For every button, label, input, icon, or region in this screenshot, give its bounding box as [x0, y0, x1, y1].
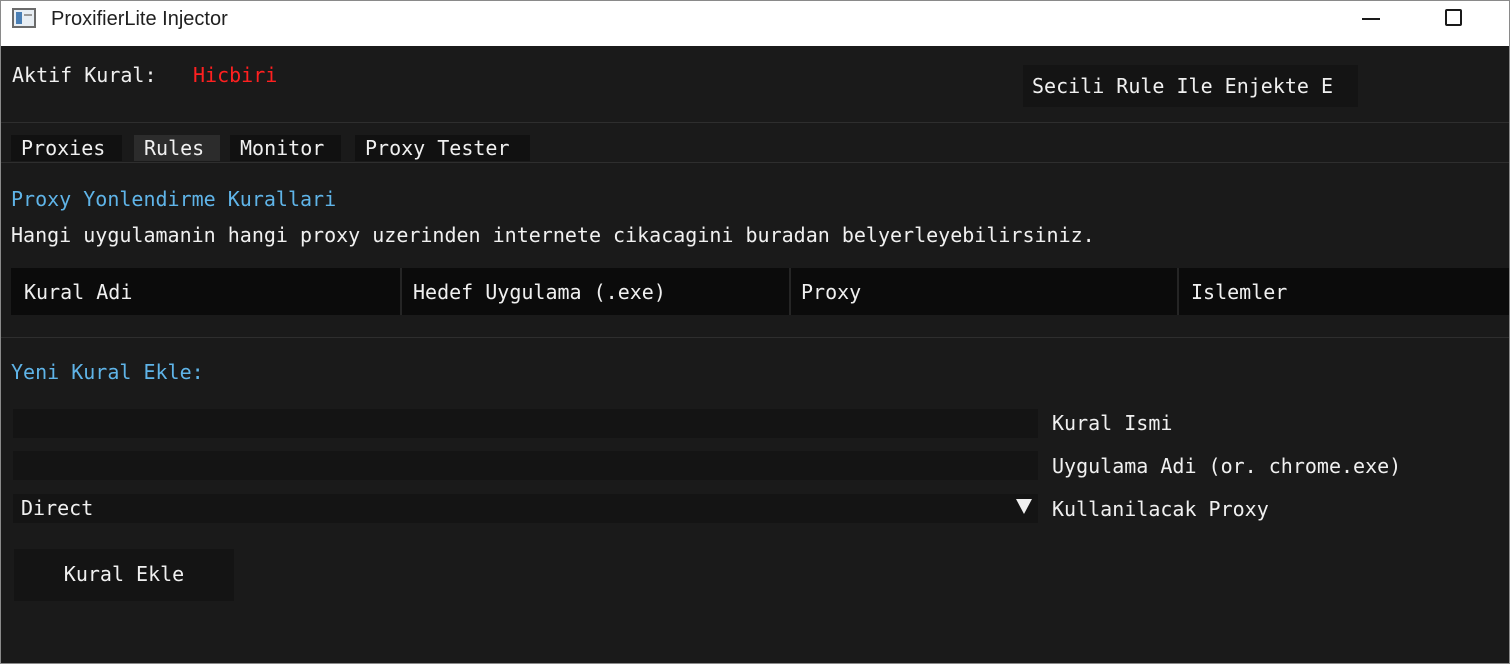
maximize-icon [1445, 9, 1462, 26]
app-name-label: Uygulama Adi (or. chrome.exe) [1052, 454, 1402, 478]
column-header-proxy[interactable]: Proxy [801, 280, 861, 304]
app-name-input[interactable] [13, 451, 1038, 480]
column-header-actions[interactable]: Islemler [1191, 280, 1287, 304]
app-icon [12, 8, 36, 28]
proxy-select[interactable]: Direct [13, 494, 1038, 523]
tab-proxy-tester[interactable]: Proxy Tester [355, 135, 530, 161]
tab-proxies[interactable]: Proxies [11, 135, 122, 161]
add-rule-button-label: Kural Ekle [63, 562, 185, 586]
maximize-button[interactable] [1425, 1, 1483, 37]
active-rule-value: Hicbiri [193, 63, 278, 87]
dropdown-arrow-icon [1016, 499, 1032, 514]
column-divider[interactable] [789, 268, 791, 315]
active-rule-label: Aktif Kural: [12, 63, 157, 87]
rule-name-label: Kural Ismi [1052, 411, 1173, 435]
minimize-button[interactable] [1342, 1, 1400, 37]
proxy-select-value: Direct [21, 496, 94, 520]
rules-description: Hangi uygulamanin hangi proxy uzerinden … [11, 223, 1095, 247]
tab-label: Rules [144, 136, 205, 160]
window-title: ProxifierLite Injector [51, 8, 228, 30]
proxy-select-label: Kullanilacak Proxy [1052, 497, 1269, 521]
rule-name-input[interactable] [13, 409, 1038, 438]
inject-with-selected-rule-button[interactable]: Secili Rule Ile Enjekte E [1023, 65, 1358, 107]
inject-button-label: Secili Rule Ile Enjekte E [1032, 74, 1334, 98]
header-separator [1, 122, 1509, 123]
tabs-separator [1, 162, 1509, 163]
rules-section-title: Proxy Yonlendirme Kurallari [11, 187, 337, 211]
tab-label: Proxies [21, 136, 106, 160]
column-divider[interactable] [400, 268, 402, 315]
tab-label: Monitor [240, 136, 325, 160]
column-divider[interactable] [1177, 268, 1179, 315]
column-header-rule-name[interactable]: Kural Adi [24, 280, 132, 304]
column-header-target-app[interactable]: Hedef Uygulama (.exe) [413, 280, 666, 304]
minimize-icon [1362, 18, 1380, 20]
tab-label: Proxy Tester [365, 136, 510, 160]
tab-monitor[interactable]: Monitor [230, 135, 341, 161]
title-bar: ProxifierLite Injector [1, 1, 1509, 46]
new-rule-title: Yeni Kural Ekle: [11, 360, 204, 384]
app-window: ProxifierLite Injector Aktif Kural: Hicb… [0, 0, 1510, 664]
table-separator [1, 337, 1509, 338]
tab-rules[interactable]: Rules [134, 135, 220, 161]
add-rule-button[interactable]: Kural Ekle [14, 549, 234, 601]
